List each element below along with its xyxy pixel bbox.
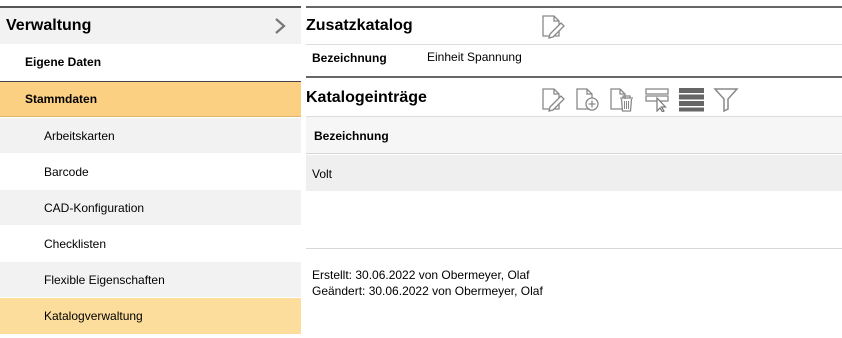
sidebar-item-barcode[interactable]: Barcode xyxy=(0,154,301,190)
sidebar-item-stammdaten[interactable]: Stammdaten xyxy=(0,81,301,117)
sidebar-item-label: Barcode xyxy=(44,164,89,179)
grid-empty-area xyxy=(306,191,842,249)
grid-header[interactable]: Bezeichnung xyxy=(306,116,842,154)
filter-icon[interactable] xyxy=(713,86,739,112)
add-document-icon[interactable] xyxy=(574,86,600,112)
sidebar-item-cad-konfiguration[interactable]: CAD-Konfiguration xyxy=(0,190,301,226)
sidebar-item-label: Checklisten xyxy=(44,236,107,251)
sidebar: Verwaltung Eigene Daten Stammdaten Arbei… xyxy=(0,0,301,338)
created-info: Erstellt: 30.06.2022 von Obermeyer, Olaf xyxy=(312,268,530,282)
sidebar-item-label: Eigene Daten xyxy=(25,54,102,69)
select-column-icon[interactable] xyxy=(644,86,670,112)
delete-icon[interactable] xyxy=(608,86,634,112)
catalog-field-row: Bezeichnung Einheit Spannung xyxy=(306,44,842,76)
section-rule xyxy=(306,76,842,78)
table-row[interactable]: Volt xyxy=(306,155,842,191)
field-label-bezeichnung: Bezeichnung xyxy=(312,51,387,65)
rows-icon[interactable] xyxy=(678,86,704,112)
sidebar-item-label: Arbeitskarten xyxy=(44,128,115,143)
edit-icon[interactable] xyxy=(540,86,566,112)
modified-info: Geändert: 30.06.2022 von Obermeyer, Olaf xyxy=(312,284,543,298)
sidebar-title: Verwaltung xyxy=(6,17,92,34)
column-header-bezeichnung[interactable]: Bezeichnung xyxy=(314,129,389,143)
chevron-right-icon[interactable] xyxy=(273,17,287,35)
sidebar-header[interactable]: Verwaltung xyxy=(0,8,301,44)
sidebar-item-label: Stammdaten xyxy=(25,92,98,106)
table-cell-bezeichnung: Volt xyxy=(312,167,333,181)
field-value-bezeichnung: Einheit Spannung xyxy=(427,50,522,64)
sidebar-item-label: Flexible Eigenschaften xyxy=(44,272,165,287)
catalog-title: Zusatzkatalog xyxy=(306,17,413,34)
sidebar-item-flexible-eigenschaften[interactable]: Flexible Eigenschaften xyxy=(0,262,301,298)
section-rule xyxy=(306,6,842,8)
sidebar-item-checklisten[interactable]: Checklisten xyxy=(0,226,301,262)
entries-title: Katalogeinträge xyxy=(306,89,427,106)
main-panel: Zusatzkatalog Bezeichnung Einheit Spannu… xyxy=(306,0,842,338)
sidebar-item-katalogverwaltung[interactable]: Katalogverwaltung xyxy=(0,298,301,335)
sidebar-item-label: Katalogverwaltung xyxy=(44,309,143,323)
edit-icon[interactable] xyxy=(540,13,566,39)
sidebar-item-eigene-daten[interactable]: Eigene Daten xyxy=(0,44,301,80)
sidebar-item-arbeitskarten[interactable]: Arbeitskarten xyxy=(0,118,301,154)
sidebar-item-label: CAD-Konfiguration xyxy=(44,200,145,215)
